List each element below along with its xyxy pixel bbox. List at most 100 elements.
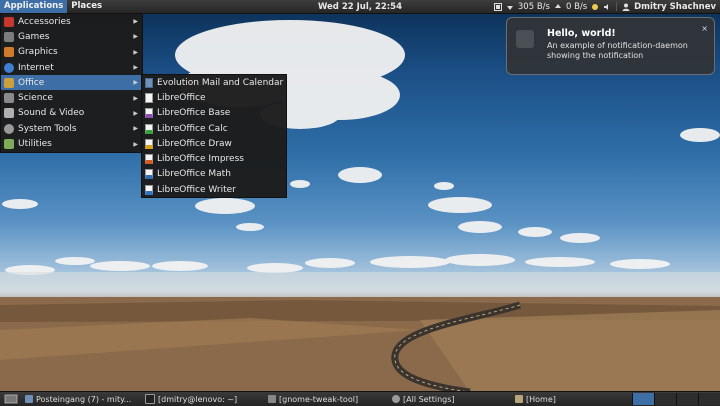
notification-title: Hello, world!	[547, 28, 616, 39]
workspace-3[interactable]	[676, 393, 698, 405]
workspace-switcher	[632, 393, 720, 405]
task-label: [dmitry@lenovo: ~]	[158, 394, 238, 404]
applications-menu-button[interactable]: Applications	[0, 0, 68, 13]
net-upload-rate: 0 B/s	[565, 1, 588, 12]
bottom-panel: Posteingang (7) - mity... [dmitry@lenovo…	[0, 391, 720, 406]
menu-item-internet[interactable]: Internet ▶	[1, 60, 142, 75]
workspace-1[interactable]	[632, 393, 654, 405]
terminal-icon	[145, 394, 155, 404]
folder-icon	[515, 395, 523, 403]
menu-item-libreoffice[interactable]: LibreOffice	[142, 90, 286, 105]
science-icon	[4, 93, 14, 104]
utilities-icon	[4, 139, 14, 150]
evolution-icon	[25, 395, 33, 403]
menu-item-sound-video[interactable]: Sound & Video ▶	[1, 106, 142, 121]
menu-item-label: LibreOffice Writer	[157, 184, 236, 195]
menu-item-evolution[interactable]: Evolution Mail and Calendar	[142, 75, 286, 90]
settings-icon	[392, 395, 400, 403]
taskbar-item-gnome-tweak-tool[interactable]: [gnome-tweak-tool]	[265, 393, 387, 405]
menu-item-libreoffice-writer[interactable]: LibreOffice Writer	[142, 182, 286, 197]
menu-item-label: LibreOffice Math	[157, 169, 231, 180]
menu-item-label: Office	[18, 77, 45, 88]
network-icon[interactable]	[493, 2, 502, 11]
panel-separator: |	[615, 1, 619, 12]
submenu-arrow-icon: ▶	[133, 125, 138, 133]
menu-item-label: LibreOffice	[157, 92, 206, 103]
sound-video-icon	[4, 108, 14, 119]
task-label: Posteingang (7) - mity...	[36, 394, 132, 404]
notification-popup[interactable]: Hello, world! An example of notification…	[506, 17, 715, 75]
menu-item-label: Sound & Video	[18, 108, 85, 119]
menu-item-label: Accessories	[18, 16, 71, 27]
menu-item-label: LibreOffice Base	[157, 108, 231, 119]
net-download-rate: 305 B/s	[517, 1, 550, 12]
taskbar-item-home[interactable]: [Home]	[512, 393, 628, 405]
menu-item-label: Graphics	[18, 47, 58, 58]
libreoffice-writer-icon	[145, 184, 153, 195]
accessories-icon	[4, 16, 14, 27]
menu-item-label: Utilities	[18, 139, 52, 150]
submenu-arrow-icon: ▶	[133, 140, 138, 148]
workspace-4[interactable]	[698, 393, 720, 405]
menu-item-libreoffice-draw[interactable]: LibreOffice Draw	[142, 136, 286, 151]
weather-icon[interactable]	[591, 3, 599, 11]
menu-item-libreoffice-impress[interactable]: LibreOffice Impress	[142, 151, 286, 166]
libreoffice-base-icon	[145, 108, 153, 119]
panel-tray: 305 B/s 0 B/s | Dmitry Shachnev	[493, 0, 716, 13]
menu-item-label: LibreOffice Impress	[157, 154, 244, 165]
menu-item-libreoffice-base[interactable]: LibreOffice Base	[142, 106, 286, 121]
libreoffice-calc-icon	[145, 123, 153, 134]
submenu-arrow-icon: ▶	[133, 48, 138, 56]
notification-body-line2: showing the notification	[547, 51, 644, 60]
show-desktop-icon[interactable]	[4, 393, 18, 405]
libreoffice-draw-icon	[145, 138, 153, 149]
menu-item-label: Evolution Mail and Calendar	[157, 77, 284, 88]
taskbar-item-evolution[interactable]: Posteingang (7) - mity...	[22, 393, 140, 405]
tweak-icon	[268, 395, 276, 403]
libreoffice-impress-icon	[145, 154, 153, 165]
menu-item-graphics[interactable]: Graphics ▶	[1, 45, 142, 60]
close-icon[interactable]: ×	[701, 24, 708, 33]
submenu-arrow-icon: ▶	[133, 33, 138, 41]
user-name[interactable]: Dmitry Shachnev	[634, 2, 716, 12]
applications-menu: Accessories ▶ Games ▶ Graphics ▶ Interne…	[0, 13, 143, 153]
workspace-2[interactable]	[654, 393, 676, 405]
libreoffice-math-icon	[145, 169, 153, 180]
taskbar-item-terminal[interactable]: [dmitry@lenovo: ~]	[142, 393, 263, 405]
menu-item-label: System Tools	[18, 123, 77, 134]
menu-item-libreoffice-math[interactable]: LibreOffice Math	[142, 167, 286, 182]
evolution-icon	[145, 77, 153, 88]
menu-item-label: Internet	[18, 62, 54, 73]
task-label: [gnome-tweak-tool]	[279, 394, 359, 404]
menu-item-office[interactable]: Office ▶	[1, 75, 142, 91]
task-label: [All Settings]	[403, 394, 455, 404]
menu-item-label: LibreOffice Draw	[157, 138, 232, 149]
menu-item-system-tools[interactable]: System Tools ▶	[1, 121, 142, 136]
task-label: [Home]	[526, 394, 556, 404]
graphics-icon	[4, 47, 14, 58]
menu-item-accessories[interactable]: Accessories ▶	[1, 14, 142, 29]
notification-icon	[516, 30, 534, 48]
submenu-arrow-icon: ▶	[133, 94, 138, 102]
submenu-arrow-icon: ▶	[133, 109, 138, 117]
volume-icon[interactable]	[603, 3, 611, 11]
internet-icon	[4, 62, 14, 73]
places-menu-button[interactable]: Places	[67, 0, 106, 13]
submenu-arrow-icon: ▶	[133, 64, 138, 72]
games-icon	[4, 31, 14, 42]
libreoffice-icon	[145, 92, 153, 103]
menu-item-games[interactable]: Games ▶	[1, 29, 142, 44]
office-icon	[4, 77, 14, 88]
menu-item-label: Science	[18, 93, 53, 104]
upload-arrow-icon	[554, 3, 561, 8]
menu-item-science[interactable]: Science ▶	[1, 90, 142, 105]
system-tools-icon	[4, 123, 14, 134]
user-icon	[622, 3, 630, 11]
taskbar-item-all-settings[interactable]: [All Settings]	[389, 393, 510, 405]
menu-item-libreoffice-calc[interactable]: LibreOffice Calc	[142, 121, 286, 136]
menu-item-utilities[interactable]: Utilities ▶	[1, 136, 142, 151]
submenu-arrow-icon: ▶	[133, 79, 138, 87]
notification-body-line1: An example of notification-daemon	[547, 41, 688, 50]
office-submenu: Evolution Mail and Calendar LibreOffice …	[141, 74, 287, 199]
menu-item-label: Games	[18, 31, 50, 42]
